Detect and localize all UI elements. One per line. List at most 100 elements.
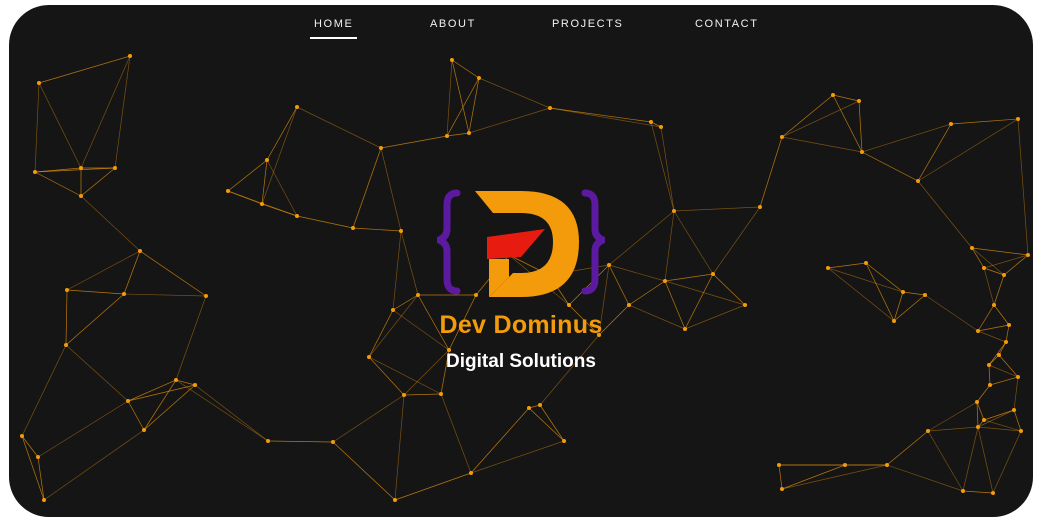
nav-contact[interactable]: CONTACT bbox=[695, 18, 759, 30]
network-dot bbox=[901, 290, 905, 294]
network-line bbox=[917, 180, 973, 249]
network-dot bbox=[843, 463, 847, 467]
network-dot bbox=[64, 343, 68, 347]
network-line bbox=[608, 264, 666, 282]
network-line bbox=[21, 435, 39, 458]
network-line bbox=[759, 136, 783, 208]
network-line bbox=[127, 379, 177, 402]
network-dot bbox=[982, 418, 986, 422]
network-dot bbox=[226, 189, 230, 193]
network-line bbox=[38, 82, 82, 169]
network-line bbox=[37, 456, 45, 501]
network-line bbox=[123, 293, 207, 297]
network-line bbox=[832, 94, 863, 153]
network-dot bbox=[711, 272, 715, 276]
network-line bbox=[976, 384, 991, 403]
network-dot bbox=[607, 263, 611, 267]
network-line bbox=[962, 490, 994, 494]
network-line bbox=[139, 250, 207, 297]
network-dot bbox=[672, 209, 676, 213]
network-line bbox=[712, 206, 761, 275]
network-dot bbox=[260, 202, 264, 206]
nav-about[interactable]: ABOUT bbox=[430, 18, 476, 30]
network-line bbox=[143, 379, 177, 431]
network-dot bbox=[826, 266, 830, 270]
network-dot bbox=[649, 120, 653, 124]
network-line bbox=[992, 430, 1022, 494]
network-line bbox=[440, 393, 472, 474]
network-dot bbox=[79, 166, 83, 170]
network-line bbox=[227, 190, 263, 205]
network-line bbox=[608, 210, 675, 266]
network-dot bbox=[37, 81, 41, 85]
network-dot bbox=[831, 93, 835, 97]
network-line bbox=[1013, 376, 1019, 411]
network-line bbox=[261, 106, 298, 205]
network-line bbox=[380, 135, 448, 149]
network-dot bbox=[1019, 429, 1023, 433]
network-line bbox=[332, 441, 396, 501]
network-line bbox=[266, 106, 298, 161]
network-line bbox=[123, 250, 141, 295]
network-line bbox=[971, 247, 985, 269]
network-line bbox=[175, 379, 196, 386]
network-line bbox=[983, 409, 1015, 421]
network-dot bbox=[864, 261, 868, 265]
network-line bbox=[451, 59, 480, 79]
network-dot bbox=[663, 279, 667, 283]
network-line bbox=[468, 107, 551, 134]
network-line bbox=[380, 147, 402, 232]
network-line bbox=[962, 426, 979, 492]
network-dot bbox=[1026, 253, 1030, 257]
network-line bbox=[781, 136, 863, 153]
nav-projects[interactable]: PROJECTS bbox=[552, 18, 623, 30]
network-dot bbox=[331, 440, 335, 444]
network-line bbox=[664, 210, 675, 282]
network-line bbox=[927, 401, 978, 432]
network-dot bbox=[477, 76, 481, 80]
network-line bbox=[827, 262, 867, 269]
hero-section: HOME ABOUT PROJECTS CONTACT Dev Dominus … bbox=[9, 5, 1033, 517]
network-dot bbox=[758, 205, 762, 209]
network-line bbox=[886, 430, 929, 466]
network-dot bbox=[265, 158, 269, 162]
network-line bbox=[1017, 118, 1029, 256]
network-dot bbox=[780, 135, 784, 139]
network-dot bbox=[982, 266, 986, 270]
network-line bbox=[902, 291, 926, 296]
network-line bbox=[832, 94, 860, 102]
network-line bbox=[673, 206, 761, 212]
network-line bbox=[127, 384, 196, 402]
nav-home[interactable]: HOME bbox=[309, 18, 358, 39]
network-dot bbox=[885, 463, 889, 467]
network-dot bbox=[450, 58, 454, 62]
network-dot bbox=[399, 229, 403, 233]
network-dot bbox=[20, 434, 24, 438]
red-flag-shape bbox=[487, 229, 545, 259]
network-line bbox=[827, 267, 904, 293]
network-line bbox=[858, 100, 863, 153]
network-dot bbox=[659, 125, 663, 129]
network-dot bbox=[1016, 117, 1020, 121]
network-dot bbox=[204, 294, 208, 298]
network-dot bbox=[926, 429, 930, 433]
network-line bbox=[673, 210, 714, 275]
network-line bbox=[861, 123, 952, 153]
network-line bbox=[950, 118, 1019, 125]
network-dot bbox=[780, 487, 784, 491]
network-dot bbox=[445, 134, 449, 138]
network-dot bbox=[562, 439, 566, 443]
network-line bbox=[778, 464, 783, 490]
network-line bbox=[989, 376, 1019, 386]
network-dot bbox=[174, 378, 178, 382]
network-line bbox=[781, 464, 888, 490]
network-line bbox=[886, 464, 964, 492]
network-dot bbox=[743, 303, 747, 307]
network-dot bbox=[1012, 408, 1016, 412]
network-line bbox=[66, 289, 125, 295]
network-dot bbox=[138, 249, 142, 253]
network-dot bbox=[402, 393, 406, 397]
network-dot bbox=[351, 226, 355, 230]
network-dot bbox=[439, 392, 443, 396]
network-line bbox=[446, 132, 470, 137]
